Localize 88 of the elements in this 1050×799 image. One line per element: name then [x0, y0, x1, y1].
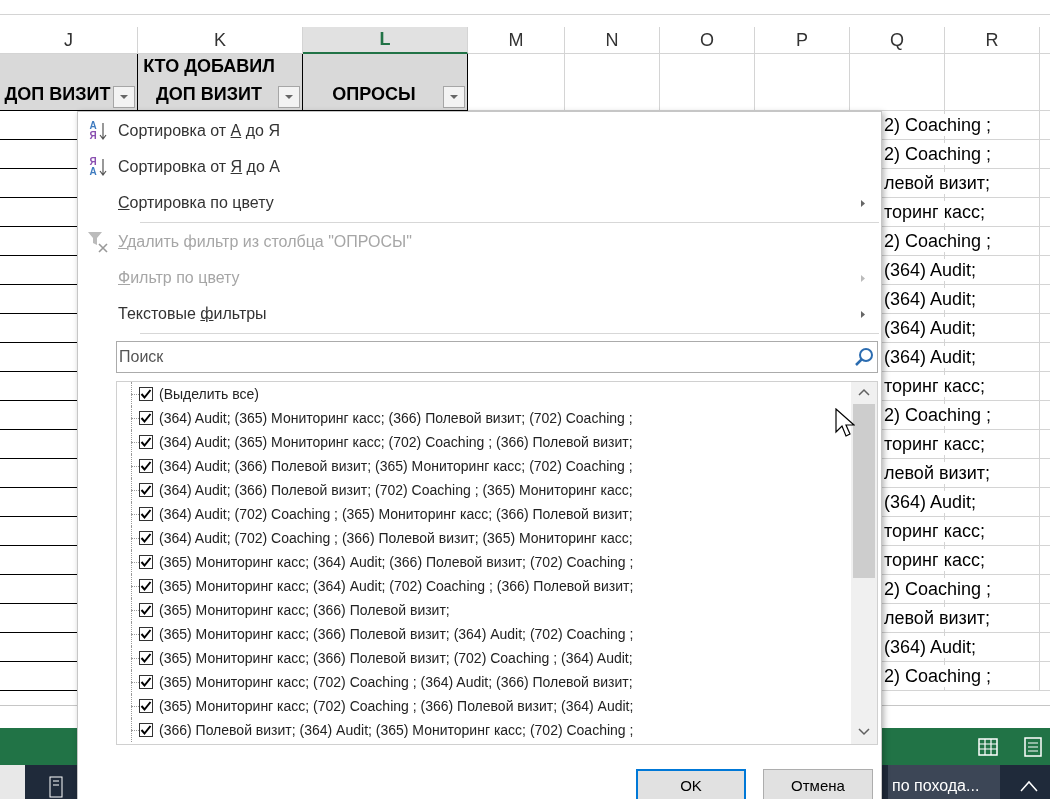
scroll-thumb[interactable]: [853, 404, 875, 578]
cell-text: торинг касс;: [884, 375, 985, 397]
cell-text: торинг касс;: [884, 520, 985, 542]
menu-item[interactable]: Я А Сортировка от Я до А: [78, 149, 881, 185]
header-cell: КТО ДОБАВИЛ ДОП ВИЗИТ: [138, 54, 303, 111]
cell-text: торинг касс;: [884, 549, 985, 571]
checkbox[interactable]: [139, 387, 153, 401]
search-field[interactable]: Поиск: [116, 341, 878, 373]
submenu-arrow-icon: [861, 311, 865, 318]
caret-icon: [449, 94, 459, 100]
menu-item[interactable]: Сортировка по цвету: [78, 185, 881, 221]
checkbox-label[interactable]: (364) Audit; (366) Полевой визит; (365) Мониторинг касс; (702) Coaching ;: [159, 455, 633, 477]
checkbox[interactable]: [139, 507, 153, 521]
task-view-icon[interactable]: [49, 775, 63, 799]
checkbox-label[interactable]: (365) Мониторинг касс; (702) Coaching ; (364) Audit; (366) Полевой визит;: [159, 671, 633, 693]
checkbox-label[interactable]: (365) Мониторинг касс; (366) Полевой визит; (702) Coaching ; (364) Audit;: [159, 647, 633, 669]
submenu-arrow-icon: [861, 200, 865, 207]
column-header[interactable]: R: [945, 27, 1040, 54]
mouse-pointer-icon: [835, 408, 855, 438]
checkbox[interactable]: [139, 435, 153, 449]
checkbox-label[interactable]: (365) Мониторинг касс; (364) Audit; (366) Полевой визит; (702) Coaching ;: [159, 551, 634, 573]
checkbox[interactable]: [139, 459, 153, 473]
filter-dropdown-button[interactable]: [278, 86, 300, 108]
checkbox[interactable]: [139, 699, 153, 713]
checkbox-label[interactable]: (365) Мониторинг касс; (366) Полевой визит; (364) Audit; (702) Coaching ;: [159, 623, 634, 645]
clear-filter-icon: [87, 231, 109, 253]
search-icon[interactable]: [854, 347, 874, 367]
cancel-button[interactable]: Отмена: [763, 769, 873, 799]
checkbox[interactable]: [139, 531, 153, 545]
normal-view-icon[interactable]: [978, 737, 998, 756]
checkbox-label[interactable]: (364) Audit; (366) Полевой визит; (702) Coaching ; (365) Мониторинг касс;: [159, 479, 633, 501]
cell-text: левой визит;: [884, 607, 991, 629]
checkbox[interactable]: [139, 411, 153, 425]
cell-text: (364) Audit;: [884, 259, 977, 281]
header-cell: ДОП ВИЗИТ: [0, 54, 138, 111]
checkbox-label[interactable]: (365) Мониторинг касс; (364) Audit; (702) Coaching ; (366) Полевой визит;: [159, 575, 634, 597]
menu-item[interactable]: А Я Сортировка от А до Я: [78, 113, 881, 149]
checkbox[interactable]: [139, 555, 153, 569]
checkbox[interactable]: [139, 483, 153, 497]
filter-dropdown-button[interactable]: [443, 86, 465, 108]
cell-text: (364) Audit;: [884, 636, 977, 658]
checkbox-label[interactable]: (365) Мониторинг касс; (702) Coaching ; (366) Полевой визит; (364) Audit;: [159, 695, 634, 717]
ok-button[interactable]: OK: [636, 769, 746, 799]
cell-text: (364) Audit;: [884, 317, 977, 339]
column-header[interactable]: Q: [850, 27, 945, 54]
checkbox[interactable]: [139, 579, 153, 593]
submenu-arrow-icon: [861, 275, 865, 282]
column-header[interactable]: P: [755, 27, 850, 54]
checkbox-label[interactable]: (364) Audit; (365) Мониторинг касс; (366) Полевой визит; (702) Coaching ;: [159, 407, 633, 429]
checkbox-label[interactable]: (364) Audit; (365) Мониторинг касс; (702) Coaching ; (366) Полевой визит;: [159, 431, 633, 453]
scroll-down-icon[interactable]: [858, 728, 870, 736]
caret-icon: [119, 94, 129, 100]
cell-text: (364) Audit;: [884, 346, 977, 368]
cell-text: левой визит;: [884, 172, 991, 194]
cell-text: 2) Coaching ;: [884, 404, 992, 426]
cell-text: 2) Coaching ;: [884, 665, 992, 687]
checkbox[interactable]: [139, 651, 153, 665]
cell-text: торинг касс;: [884, 201, 985, 223]
taskbar-window-button[interactable]: по похода...: [888, 765, 1000, 799]
cell-text: 2) Coaching ;: [884, 230, 992, 252]
checkbox[interactable]: [139, 627, 153, 641]
filter-dropdown-button[interactable]: [113, 86, 135, 108]
header-cell: ОПРОСЫ: [303, 54, 468, 111]
checkbox-label[interactable]: (364) Audit; (702) Coaching ; (365) Мониторинг касс; (366) Полевой визит;: [159, 503, 633, 525]
checkbox-label[interactable]: (364) Audit; (702) Coaching ; (366) Полевой визит; (365) Мониторинг касс;: [159, 527, 633, 549]
column-header[interactable]: N: [565, 27, 660, 54]
cell-text: (364) Audit;: [884, 491, 977, 513]
cell-text: левой визит;: [884, 462, 991, 484]
menu-item[interactable]: Текстовые фильтры: [78, 296, 881, 332]
caret-icon: [284, 94, 294, 100]
page-layout-icon[interactable]: [1024, 736, 1042, 757]
chevron-up-icon[interactable]: [1020, 780, 1038, 792]
cell-text: (364) Audit;: [884, 288, 977, 310]
checkbox[interactable]: [139, 723, 153, 737]
checkbox[interactable]: [139, 675, 153, 689]
checkbox-label[interactable]: (Выделить все): [159, 383, 259, 405]
cell-text: торинг касс;: [884, 433, 985, 455]
scroll-up-icon[interactable]: [858, 388, 870, 396]
checkbox[interactable]: [139, 603, 153, 617]
cell-text: 2) Coaching ;: [884, 143, 992, 165]
cell-text: 2) Coaching ;: [884, 578, 992, 600]
checkbox-label[interactable]: (366) Полевой визит; (364) Audit; (365) Мониторинг касс; (702) Coaching ;: [159, 719, 634, 741]
column-header[interactable]: M: [468, 27, 565, 54]
checkbox-label[interactable]: (365) Мониторинг касс; (366) Полевой визит;: [159, 599, 450, 621]
column-header[interactable]: O: [660, 27, 755, 54]
cell-text: 2) Coaching ;: [884, 114, 992, 136]
column-header[interactable]: L: [303, 27, 468, 54]
scrollbar[interactable]: [851, 382, 877, 744]
